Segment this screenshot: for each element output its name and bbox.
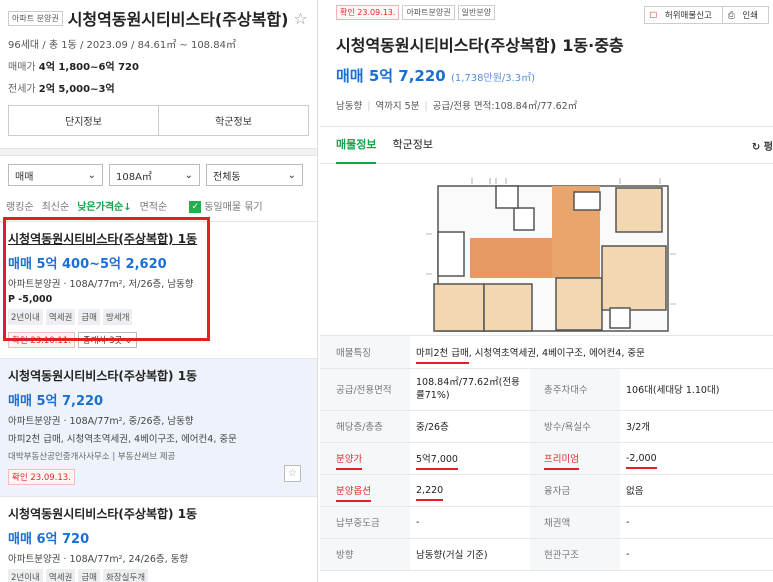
listing-card[interactable]: 시청역동원시티비스타(주상복합) 1동 매매 6억 720 아파트분양권 · 1…: [0, 497, 317, 582]
detail-title: 시청역동원시티비스타(주상복합) 1동·중층: [336, 36, 624, 55]
print-button[interactable]: ⎙ 인쇄: [721, 7, 768, 23]
sort-ranking[interactable]: 랭킹순: [6, 198, 34, 213]
detail-row: 납부중도금 - 채권액 -: [320, 506, 773, 539]
listing-card-selected[interactable]: 시청역동원시티비스타(주상복합) 1동 매매 5억 7,220 아파트분양권 ·…: [0, 359, 317, 497]
divider: [0, 148, 317, 156]
floor-plan-image[interactable]: [320, 164, 773, 336]
row-value: -: [410, 506, 530, 539]
row-value: 3/2개: [620, 410, 773, 443]
listing-tags: 2년이내 역세권 급매 화장실두개: [8, 569, 309, 582]
sort-latest[interactable]: 최신순: [42, 198, 70, 213]
row-label: 방향: [320, 538, 410, 571]
detail-tabs: 매물정보 학군정보 ↻ 펑: [320, 126, 773, 164]
listing-source: 대박부동산공인중개사사무소 | 부동산써브 제공: [8, 452, 176, 462]
school-info-button[interactable]: 학군정보: [158, 106, 308, 135]
highlight-annotation: [3, 217, 210, 341]
detail-row: 분양가 5억7,000 프리미엄 -2,000: [320, 442, 773, 475]
row-label: 납부중도금: [320, 506, 410, 539]
confirm-date-badge: 확인 23.09.13.: [8, 469, 75, 485]
favorite-star-icon[interactable]: ☆: [284, 465, 301, 482]
property-type-tag: 아파트 분양권: [8, 10, 63, 26]
row-value: 106대(세대당 1.10대): [620, 368, 773, 411]
detail-row: 분양옵션 2,220 융자금 없음: [320, 474, 773, 507]
chevron-down-icon: ⌄: [287, 169, 296, 181]
area-select[interactable]: 108A㎡ ⌄: [109, 164, 200, 186]
row-value: -: [620, 506, 773, 539]
report-button[interactable]: ☐ 허위매물신고: [645, 7, 722, 23]
tab-school-info[interactable]: 학군정보: [392, 126, 432, 164]
row-label: 해당층/총층: [320, 410, 410, 443]
row-label: 현관구조: [530, 538, 620, 571]
property-type-tag: 아파트분양권: [402, 5, 455, 20]
group-same-toggle[interactable]: ✓ 동일매물 묶기: [189, 198, 263, 213]
complex-meta: 96세대 / 총 1동 / 2023.09 / 84.61㎡ ~ 108.84㎡: [8, 40, 236, 51]
complex-info-button[interactable]: 단지정보: [9, 106, 158, 135]
checkbox-checked-icon: ✓: [189, 201, 202, 213]
row-value: 남동향(거실 기준): [410, 538, 530, 571]
listing-price: 매매 6억 720: [8, 532, 90, 547]
favorite-star-icon[interactable]: ☆: [293, 9, 307, 28]
refresh-button[interactable]: ↻ 펑: [752, 138, 773, 153]
detail-row: 해당층/총층 중/26층 방수/욕실수 3/2개: [320, 410, 773, 443]
row-label: 채권액: [530, 506, 620, 539]
sale-price-range: 매매가 4억 1,800~6억 720: [8, 62, 139, 73]
listing-tag: 화장실두개: [102, 569, 149, 582]
filter-bar: 매매 ⌄ 108A㎡ ⌄ 전체동 ⌄: [0, 156, 317, 186]
listing-title[interactable]: 시청역동원시티비스타(주상복합) 1동: [8, 367, 309, 384]
row-label: 융자금: [530, 474, 620, 507]
listing-tag: 급매: [78, 569, 100, 582]
listing-info: 아파트분양권 · 108A/77m², 24/26층, 동향: [8, 554, 189, 565]
row-label: 공급/전용면적: [320, 368, 410, 411]
detail-price: 매매 5억 7,220 (1,738만원/3.3㎡): [336, 67, 536, 85]
floor-plan-drawing: [426, 178, 676, 332]
chevron-down-icon: ⌄: [184, 169, 193, 181]
complex-info-buttons: 단지정보 학군정보: [8, 105, 309, 136]
row-label: 분양가: [320, 442, 410, 475]
detail-row: 방향 남동향(거실 기준) 현관구조 -: [320, 538, 773, 571]
tab-listing-info[interactable]: 매물정보: [336, 126, 377, 164]
detail-actions: ☐ 허위매물신고 ⎙ 인쇄: [643, 6, 769, 24]
detail-header: 확인 23.09.13. 아파트분양권 일반분양 ☐ 허위매물신고 ⎙ 인쇄 시…: [320, 0, 773, 112]
row-label: 방수/욕실수: [530, 410, 620, 443]
row-value: 108.84㎡/77.62㎡(전용률71%): [410, 368, 530, 411]
row-label: 분양옵션: [320, 474, 410, 507]
confirm-date-tag: 확인 23.09.13.: [336, 5, 400, 20]
jeonse-price-range: 전세가 2억 5,000~3억: [8, 84, 115, 95]
listing-title[interactable]: 시청역동원시티비스타(주상복합) 1동: [8, 505, 309, 522]
row-value: 중/26층: [410, 410, 530, 443]
complex-title: 시청역동원시티비스타(주상복합): [67, 10, 289, 29]
sale-type-tag: 일반분양: [457, 5, 496, 20]
detail-panel: 확인 23.09.13. 아파트분양권 일반분양 ☐ 허위매물신고 ⎙ 인쇄 시…: [320, 0, 773, 582]
complex-header: 아파트 분양권 시청역동원시티비스타(주상복합) ☆ 96세대 / 총 1동 /…: [0, 0, 317, 95]
dong-select[interactable]: 전체동 ⌄: [206, 164, 303, 186]
detail-meta: 남동향역까지 5분공급/전용 면적:108.84㎡/77.62㎡: [336, 98, 763, 112]
row-value: 5억7,000: [410, 442, 530, 475]
row-value: 없음: [620, 474, 773, 507]
row-value: -: [620, 538, 773, 571]
row-value: 마피2천 급매, 시청역초역세권, 4베이구조, 에어컨4, 중문: [410, 336, 773, 369]
listing-price: 매매 5억 7,220: [8, 394, 104, 409]
refresh-icon: ↻: [751, 141, 761, 153]
row-label: 총주차대수: [530, 368, 620, 411]
detail-row: 공급/전용면적 108.84㎡/77.62㎡(전용률71%) 총주차대수 106…: [320, 368, 773, 411]
sort-area[interactable]: 면적순: [140, 198, 168, 213]
detail-row: 매물특징 마피2천 급매, 시청역초역세권, 4베이구조, 에어컨4, 중문: [320, 336, 773, 369]
sort-low-price[interactable]: 낮은가격순↓: [77, 198, 131, 213]
listing-description: 마피2천 급매, 시청역초역세권, 4베이구조, 에어컨4, 중문: [8, 434, 237, 445]
row-value: -2,000: [620, 442, 773, 475]
listing-detail-table: 매물특징 마피2천 급매, 시청역초역세권, 4베이구조, 에어컨4, 중문 공…: [320, 336, 773, 571]
row-label: 프리미엄: [530, 442, 620, 475]
trade-type-select[interactable]: 매매 ⌄: [8, 164, 103, 186]
listing-tag: 역세권: [45, 569, 76, 582]
row-label: 매물특징: [320, 336, 410, 369]
chevron-down-icon: ⌄: [87, 169, 96, 181]
listing-panel: 아파트 분양권 시청역동원시티비스타(주상복합) ☆ 96세대 / 총 1동 /…: [0, 0, 318, 582]
row-value: 2,220: [410, 474, 530, 507]
listing-info: 아파트분양권 · 108A/77m², 중/26층, 남동향: [8, 416, 194, 427]
listing-tag: 2년이내: [8, 569, 43, 582]
